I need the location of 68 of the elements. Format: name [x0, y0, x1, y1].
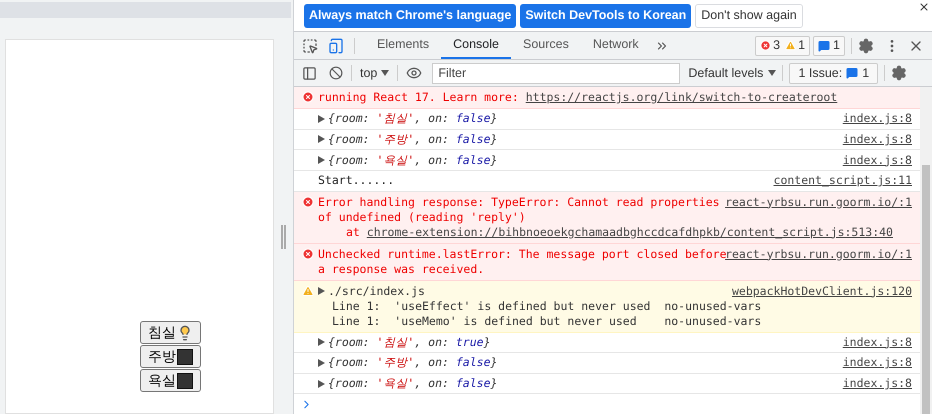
log-message: Start......	[318, 173, 396, 188]
expand-triangle-icon[interactable]	[318, 135, 325, 144]
expand-triangle-icon[interactable]	[318, 156, 325, 164]
error-message: Error handling response: TypeError: Cannot read properties	[318, 194, 720, 210]
message-icon	[818, 40, 830, 52]
log-object: {room: '주방', on: false}	[328, 132, 498, 147]
message-counter[interactable]: 1	[813, 36, 845, 56]
devtools-tab[interactable]: Sources	[510, 32, 581, 59]
issues-button[interactable]: 1 Issue: 1	[789, 62, 878, 84]
eye-icon[interactable]	[406, 65, 422, 81]
filter-field[interactable]: Filter	[432, 62, 680, 84]
log-object: {room: '욕실', on: false}	[328, 152, 498, 168]
devtools-tab[interactable]: Elements	[365, 32, 442, 59]
log-object: {room: '침실', on: false}	[328, 111, 498, 126]
room-button[interactable]: 욕실	[140, 369, 201, 392]
warning-icon	[302, 284, 314, 296]
error-warning-counter[interactable]: 3 1	[755, 36, 810, 56]
source-link[interactable]: index.js:8	[842, 152, 912, 168]
settings-icon[interactable]	[858, 38, 874, 54]
source-link[interactable]: react-yrbsu.run.goorm.io/:1	[725, 194, 912, 208]
device-toolbar-icon[interactable]	[328, 38, 344, 54]
source-link[interactable]: index.js:8	[842, 111, 912, 126]
context-dropdown[interactable]: top	[360, 64, 390, 82]
source-link[interactable]: index.js:8	[842, 132, 912, 147]
error-icon	[302, 91, 314, 103]
inspect-icon[interactable]	[302, 38, 318, 54]
source-link[interactable]: index.js:8	[842, 334, 912, 350]
warning-message: Line 1: 'useMemo' is defined but never used no-unused-vars	[332, 314, 762, 328]
expand-triangle-icon[interactable]	[318, 114, 325, 123]
devtools-tab[interactable]: Network	[580, 32, 651, 59]
infobar-button[interactable]: Always match Chrome's language	[304, 4, 516, 28]
close-icon[interactable]	[918, 1, 930, 13]
log-object: {room: '침실', on: true}	[328, 334, 492, 350]
error-message: a response was received.	[318, 262, 484, 276]
error-icon	[760, 40, 772, 51]
log-object: {room: '욕실', on: false}	[328, 376, 498, 392]
resize-handle[interactable]	[281, 224, 286, 248]
source-link[interactable]: index.js:8	[842, 355, 912, 370]
levels-dropdown[interactable]: Default levels	[688, 64, 776, 82]
sidebar-toggle-icon[interactable]	[302, 66, 317, 80]
expand-triangle-icon[interactable]	[318, 358, 325, 367]
scrollbar[interactable]	[920, 87, 932, 414]
log-object: {room: '주방', on: false}	[328, 355, 498, 370]
error-message: of undefined (reading 'reply')	[318, 210, 526, 224]
error-message: running React 17. Learn more:	[318, 90, 520, 105]
infobar-button[interactable]: Don't show again	[695, 4, 803, 28]
expand-triangle-icon[interactable]	[318, 380, 325, 388]
error-message: Unchecked runtime.lastError: The message port closed before	[318, 246, 726, 262]
source-link[interactable]: react-yrbsu.run.goorm.io/:1	[725, 246, 912, 260]
warning-message: ./src/index.js	[328, 284, 425, 298]
source-link[interactable]: index.js:8	[842, 376, 912, 392]
warning-message: Line 1: 'useEffect' is defined but never used no-unused-vars	[332, 298, 762, 314]
expand-triangle-icon[interactable]	[318, 287, 325, 295]
message-link[interactable]: https://reactjs.org/link/switch-to-createroot	[526, 90, 838, 105]
source-link[interactable]: content_script.js:11	[774, 173, 912, 188]
room-button[interactable]: 주방	[140, 345, 201, 368]
console-settings-icon[interactable]	[891, 65, 908, 81]
error-icon	[302, 196, 314, 208]
infobar-button[interactable]: Switch DevTools to Korean	[520, 4, 692, 28]
stack-frame-link[interactable]: chrome-extension://bihbnoeoekgchamaadbghccdcafdhpkb/content_script.js:513:40	[366, 224, 893, 240]
room-button[interactable]: 침실	[140, 321, 201, 344]
source-link[interactable]: webpackHotDevClient.js:120	[732, 284, 912, 298]
expand-triangle-icon[interactable]	[318, 338, 325, 346]
message-icon	[846, 67, 858, 79]
clear-console-icon[interactable]	[329, 66, 343, 80]
error-icon	[302, 248, 314, 260]
warning-icon	[785, 40, 796, 51]
stack-frame-label: at	[346, 224, 361, 240]
